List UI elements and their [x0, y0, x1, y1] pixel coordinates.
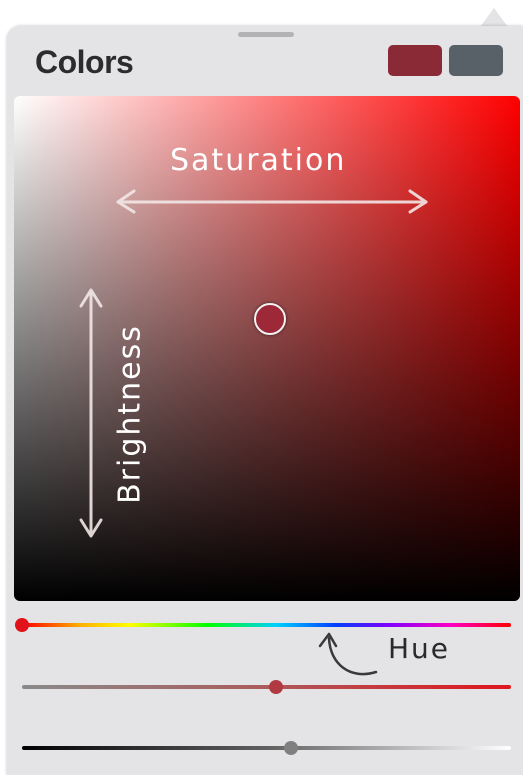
saturation-slider-track[interactable] — [22, 685, 511, 689]
brightness-slider-track[interactable] — [22, 746, 511, 750]
hue-annotation: Hue — [388, 632, 451, 665]
saturation-slider-knob[interactable] — [269, 680, 284, 694]
brightness-slider-knob[interactable] — [283, 741, 298, 755]
